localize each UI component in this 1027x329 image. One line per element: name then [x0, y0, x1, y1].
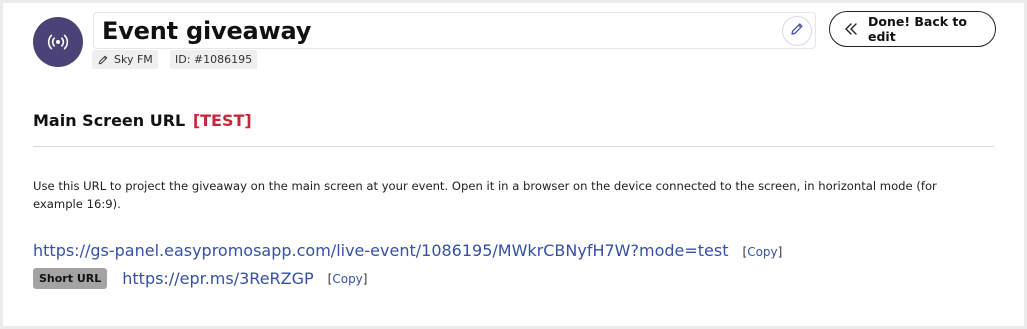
pencil-icon [789, 21, 805, 41]
event-id: ID: #1086195 [175, 53, 253, 66]
author-name: Sky FM [114, 53, 153, 66]
short-url-row: Short URL https://epr.ms/3ReRZGP [Copy] [33, 268, 367, 289]
copy-main-url: [Copy] [742, 245, 783, 259]
short-url-link[interactable]: https://epr.ms/3ReRZGP [122, 269, 313, 288]
done-back-to-edit-button[interactable]: Done! Back to edit [829, 11, 996, 47]
author-tag: Sky FM [92, 50, 158, 69]
event-id-tag: ID: #1086195 [170, 50, 258, 69]
double-chevron-left-icon [844, 22, 858, 36]
short-url-badge: Short URL [33, 268, 108, 289]
main-screen-url-link[interactable]: https://gs-panel.easypromosapp.com/live-… [33, 241, 729, 260]
event-card: Event giveaway Done! Back to edit Sky FM… [3, 3, 1024, 326]
section-title-text: Main Screen URL [33, 111, 186, 130]
done-button-label: Done! Back to edit [868, 14, 967, 44]
edit-title-button[interactable] [782, 16, 812, 46]
divider [33, 146, 994, 147]
test-label: [TEST] [192, 111, 252, 130]
broadcast-icon [33, 17, 83, 67]
main-url-row: https://gs-panel.easypromosapp.com/live-… [33, 241, 782, 260]
copy-main-url-button[interactable]: Copy [747, 245, 777, 259]
copy-short-url-button[interactable]: Copy [332, 272, 362, 286]
event-title: Event giveaway [102, 17, 312, 45]
pencil-small-icon [98, 55, 108, 64]
section-description: Use this URL to project the giveaway on … [33, 179, 937, 211]
section-title: Main Screen URL [TEST] [33, 111, 252, 130]
copy-short-url: [Copy] [327, 271, 368, 286]
event-title-field[interactable]: Event giveaway [93, 12, 816, 49]
